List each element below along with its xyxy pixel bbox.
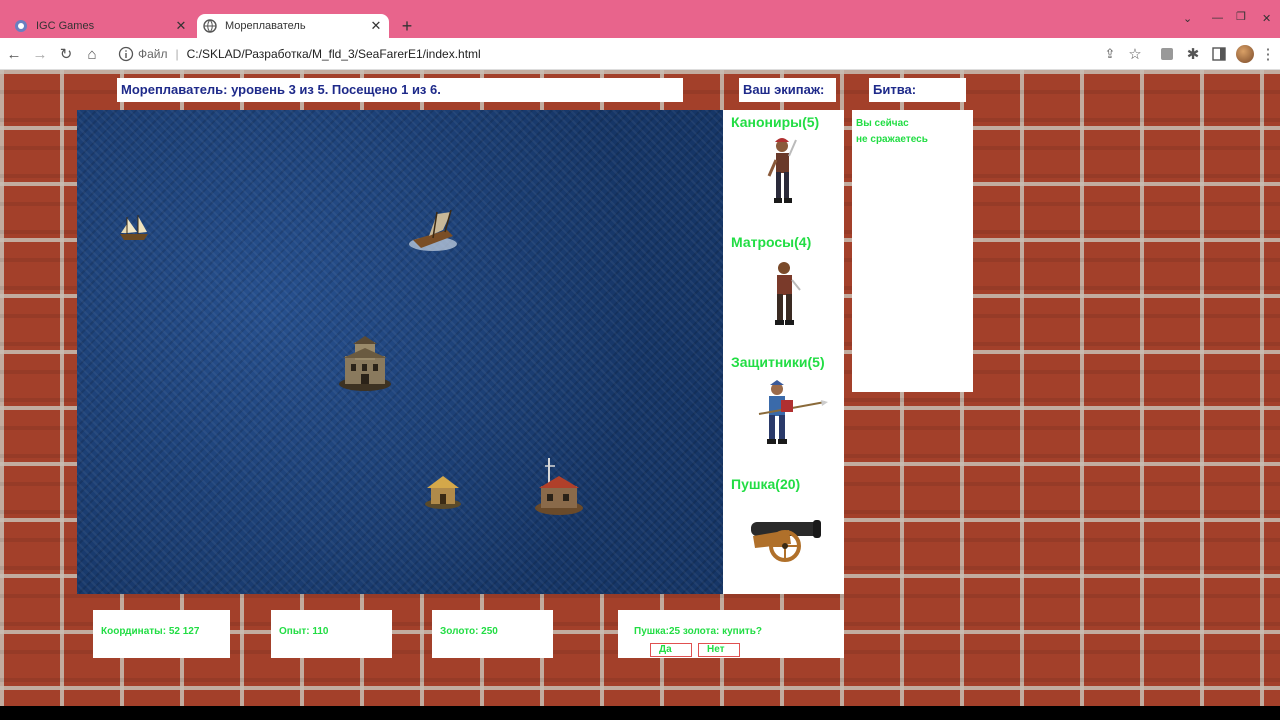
- minimize-icon[interactable]: —: [1212, 12, 1223, 24]
- chevron-down-icon[interactable]: ⌄: [1183, 12, 1192, 25]
- url-path: C:/SKLAD/Разработка/M_fld_3/SeaFarerE1/i…: [186, 47, 481, 61]
- menu-icon[interactable]: ⋮: [1258, 44, 1278, 64]
- sea-map[interactable]: [77, 110, 723, 594]
- cannon-icon: [751, 520, 821, 562]
- browser-toolbar: ← → ↻ ⌂ Файл | C:/SKLAD/Разработка/M_fld…: [0, 38, 1280, 70]
- restore-icon[interactable]: ❐: [1236, 10, 1246, 23]
- game-title: Мореплаватель: уровень 3 из 5. Посещено …: [117, 78, 683, 102]
- profile-avatar[interactable]: [1236, 45, 1254, 63]
- pirate-gunner-icon: [767, 138, 797, 203]
- crew-label-defenders: Защитники(5): [731, 354, 825, 370]
- url-separator: |: [175, 47, 179, 61]
- close-icon[interactable]: ✕: [172, 17, 190, 35]
- coordinates-box: Координаты: 52 127: [93, 610, 230, 658]
- url-scheme: Файл: [138, 47, 168, 61]
- close-icon[interactable]: ✕: [367, 17, 385, 35]
- experience-text: Опыт: 110: [279, 626, 329, 637]
- crew-panel: Канониры(5) Матросы(4) Защитники(5) Пушк…: [723, 110, 844, 594]
- puzzle-icon[interactable]: ✱: [1183, 44, 1203, 64]
- sidebar-icon[interactable]: [1209, 44, 1229, 64]
- tab-seafarer[interactable]: Мореплаватель ✕: [197, 14, 389, 38]
- new-tab-button[interactable]: +: [396, 15, 418, 37]
- crew-title: Ваш экипаж:: [739, 78, 836, 102]
- battle-title: Битва:: [869, 78, 966, 102]
- shack-building-icon[interactable]: [423, 470, 463, 510]
- address-bar[interactable]: Файл | C:/SKLAD/Разработка/M_fld_3/SeaFa…: [108, 42, 1112, 66]
- purchase-offer-box: Пушка:25 золота: купить? Да Нет: [618, 610, 844, 658]
- crew-label-cannon: Пушка(20): [731, 476, 801, 492]
- info-icon[interactable]: [118, 46, 134, 62]
- reload-icon[interactable]: ↻: [56, 44, 76, 64]
- close-window-icon[interactable]: ✕: [1262, 12, 1271, 25]
- globe-icon: [14, 19, 28, 33]
- globe-icon: [203, 19, 217, 33]
- share-icon[interactable]: ⇪: [1100, 44, 1120, 64]
- tab-bar: IGC Games ✕ Мореплаватель ✕ + ⌄ — ❐ ✕: [0, 0, 1280, 38]
- bottom-edge: [0, 706, 1280, 720]
- experience-box: Опыт: 110: [271, 610, 392, 658]
- battle-panel: Вы сейчас не сражаетесь: [852, 110, 973, 392]
- game-page: Мореплаватель: уровень 3 из 5. Посещено …: [0, 70, 1280, 706]
- yes-button[interactable]: Да: [650, 643, 692, 657]
- player-ship-icon[interactable]: [117, 214, 151, 242]
- no-button[interactable]: Нет: [698, 643, 740, 657]
- crew-label-sailors: Матросы(4): [731, 234, 812, 250]
- coordinates-text: Координаты: 52 127: [101, 626, 200, 637]
- wrecked-ship-icon[interactable]: [407, 208, 463, 254]
- battle-status-line2: не сражаетесь: [856, 134, 928, 145]
- tab-title: Мореплаватель: [225, 20, 306, 32]
- star-icon[interactable]: ☆: [1125, 44, 1145, 64]
- shipyard-building-icon[interactable]: [533, 456, 583, 518]
- crew-label-gunners: Канониры(5): [731, 114, 820, 130]
- gold-text: Золото: 250: [440, 626, 498, 637]
- back-icon[interactable]: ←: [4, 44, 24, 64]
- tab-igc-games[interactable]: IGC Games ✕: [8, 14, 194, 38]
- forward-icon[interactable]: →: [30, 44, 50, 64]
- purchase-offer-text: Пушка:25 золота: купить?: [634, 626, 763, 637]
- sailor-icon: [775, 262, 801, 325]
- home-icon[interactable]: ⌂: [82, 44, 102, 64]
- tab-title: IGC Games: [36, 20, 95, 32]
- pikeman-icon: [758, 380, 828, 444]
- fort-building-icon[interactable]: [337, 334, 393, 392]
- extension-icon[interactable]: [1157, 44, 1177, 64]
- gold-box: Золото: 250: [432, 610, 553, 658]
- battle-status-line1: Вы сейчас: [856, 118, 909, 129]
